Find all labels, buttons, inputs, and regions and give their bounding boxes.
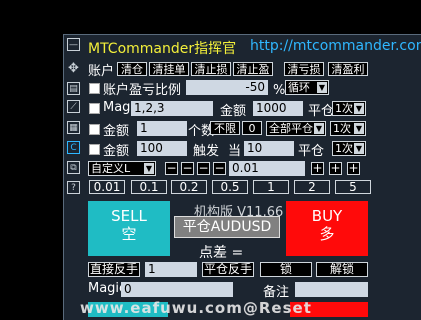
plus-button-1[interactable]: + [311, 162, 324, 175]
trigger-amount-input[interactable]: 100 [137, 141, 187, 156]
clear-tp-button[interactable]: 清止盈 [233, 62, 273, 76]
minus-button-3[interactable]: − [197, 162, 210, 175]
help-icon[interactable]: ? [67, 181, 80, 194]
count-limit-button[interactable]: 不限 [210, 121, 240, 135]
count-limit-value[interactable]: 0 [242, 121, 262, 135]
reverse-lot-input[interactable]: 1 [145, 262, 197, 277]
chart-icon[interactable]: ▦ [67, 121, 80, 134]
close-loss-button[interactable]: 清亏损 [284, 62, 324, 76]
magic-count-select[interactable]: 1次 ▼ [332, 101, 366, 116]
close-profit-button[interactable]: 清盈利 [328, 62, 368, 76]
lot-preset-button[interactable]: 0.01 [89, 180, 125, 194]
lot-preset-button[interactable]: 0.5 [212, 180, 248, 194]
direct-reverse-button[interactable]: 直接反手 [88, 262, 140, 277]
note-input[interactable] [295, 282, 368, 297]
equity-icon[interactable]: ▤ [67, 82, 80, 95]
magic-amount-label: 金额 [220, 104, 247, 119]
close-symbol-button[interactable]: 平仓AUDUSD [174, 216, 280, 238]
watermark-text: www.eafuwu.com@Reset [80, 299, 312, 317]
close-reverse-button[interactable]: 平仓反手 [202, 262, 254, 277]
magic-checkbox[interactable] [89, 103, 100, 114]
magic2-input[interactable]: 0 [121, 282, 233, 297]
trigger-value-input[interactable]: 10 [244, 141, 294, 156]
lot-preset-button[interactable]: 1 [253, 180, 289, 194]
plus-button-2[interactable]: + [329, 162, 342, 175]
lot-preset-button[interactable]: 0.2 [171, 180, 207, 194]
minimize-icon[interactable]: — [67, 38, 80, 51]
magic-amount-input[interactable]: 1000 [253, 101, 303, 116]
trigger-action-label: 平仓 [298, 144, 325, 159]
count-checkbox[interactable] [89, 124, 100, 135]
ratio-mode-select[interactable]: 循环 ▼ [285, 80, 329, 95]
trigger-amount-label: 金额 [103, 144, 130, 159]
account-label: 账户 [88, 64, 115, 79]
move-icon[interactable]: ✥ [67, 62, 80, 75]
copy-icon[interactable]: ⧉ [67, 161, 80, 174]
note-label: 备注 [263, 285, 290, 300]
lot-preset-button[interactable]: 0.1 [131, 180, 167, 194]
minus-button-4[interactable]: − [213, 162, 226, 175]
count-amount-label: 金额 [103, 124, 130, 139]
minus-button-1[interactable]: − [165, 162, 178, 175]
website-link[interactable]: http://mtcommander.com [250, 38, 421, 54]
count-scope-select[interactable]: 全部平仓 ▼ [266, 121, 326, 136]
sell-cn-label: 空 [121, 225, 137, 243]
trigger-label: 触发 [193, 144, 220, 159]
sell-label: SELL [111, 207, 147, 225]
minus-button-2[interactable]: − [181, 162, 194, 175]
ratio-checkbox[interactable] [89, 83, 100, 94]
ratio-input[interactable]: -50 [186, 80, 268, 95]
lot-mode-select[interactable]: 自定义L ▼ [88, 161, 156, 176]
buy-label: BUY [311, 207, 343, 225]
trigger-times-select[interactable]: 1次 ▼ [332, 141, 366, 156]
lot-preset-button[interactable]: 2 [294, 180, 330, 194]
plus-button-3[interactable]: + [347, 162, 360, 175]
count-times-select[interactable]: 1次 ▼ [330, 121, 366, 136]
unlock-button[interactable]: 解锁 [316, 262, 368, 277]
magic-action-label: 平仓 [308, 104, 335, 119]
lot-preset-button[interactable]: 5 [335, 180, 371, 194]
line-icon[interactable]: ⟋ [67, 100, 80, 113]
clear-sl-button[interactable]: 清止损 [191, 62, 231, 76]
commander-panel [63, 34, 421, 320]
magic-input[interactable]: 1,2,3 [131, 101, 213, 116]
count-amount-input[interactable]: 1 [137, 121, 187, 136]
buy-cn-label: 多 [319, 225, 335, 243]
trigger-when-label: 当 [228, 144, 242, 159]
close-pending-button[interactable]: 清挂单 [149, 62, 189, 76]
ratio-label: 账户盈亏比例 [103, 83, 182, 98]
close-all-button[interactable]: 清仓 [117, 62, 147, 76]
spread-label: 点差 = [199, 245, 244, 261]
buy-button[interactable]: BUY 多 [286, 201, 368, 256]
sell-button[interactable]: SELL 空 [88, 201, 170, 256]
trigger-checkbox[interactable] [89, 144, 100, 155]
lot-input[interactable]: 0.01 [229, 161, 305, 176]
c-icon[interactable]: C [67, 141, 80, 154]
app-title: MTCommander指挥官 [88, 41, 237, 57]
lock-button[interactable]: 锁 [260, 262, 312, 277]
